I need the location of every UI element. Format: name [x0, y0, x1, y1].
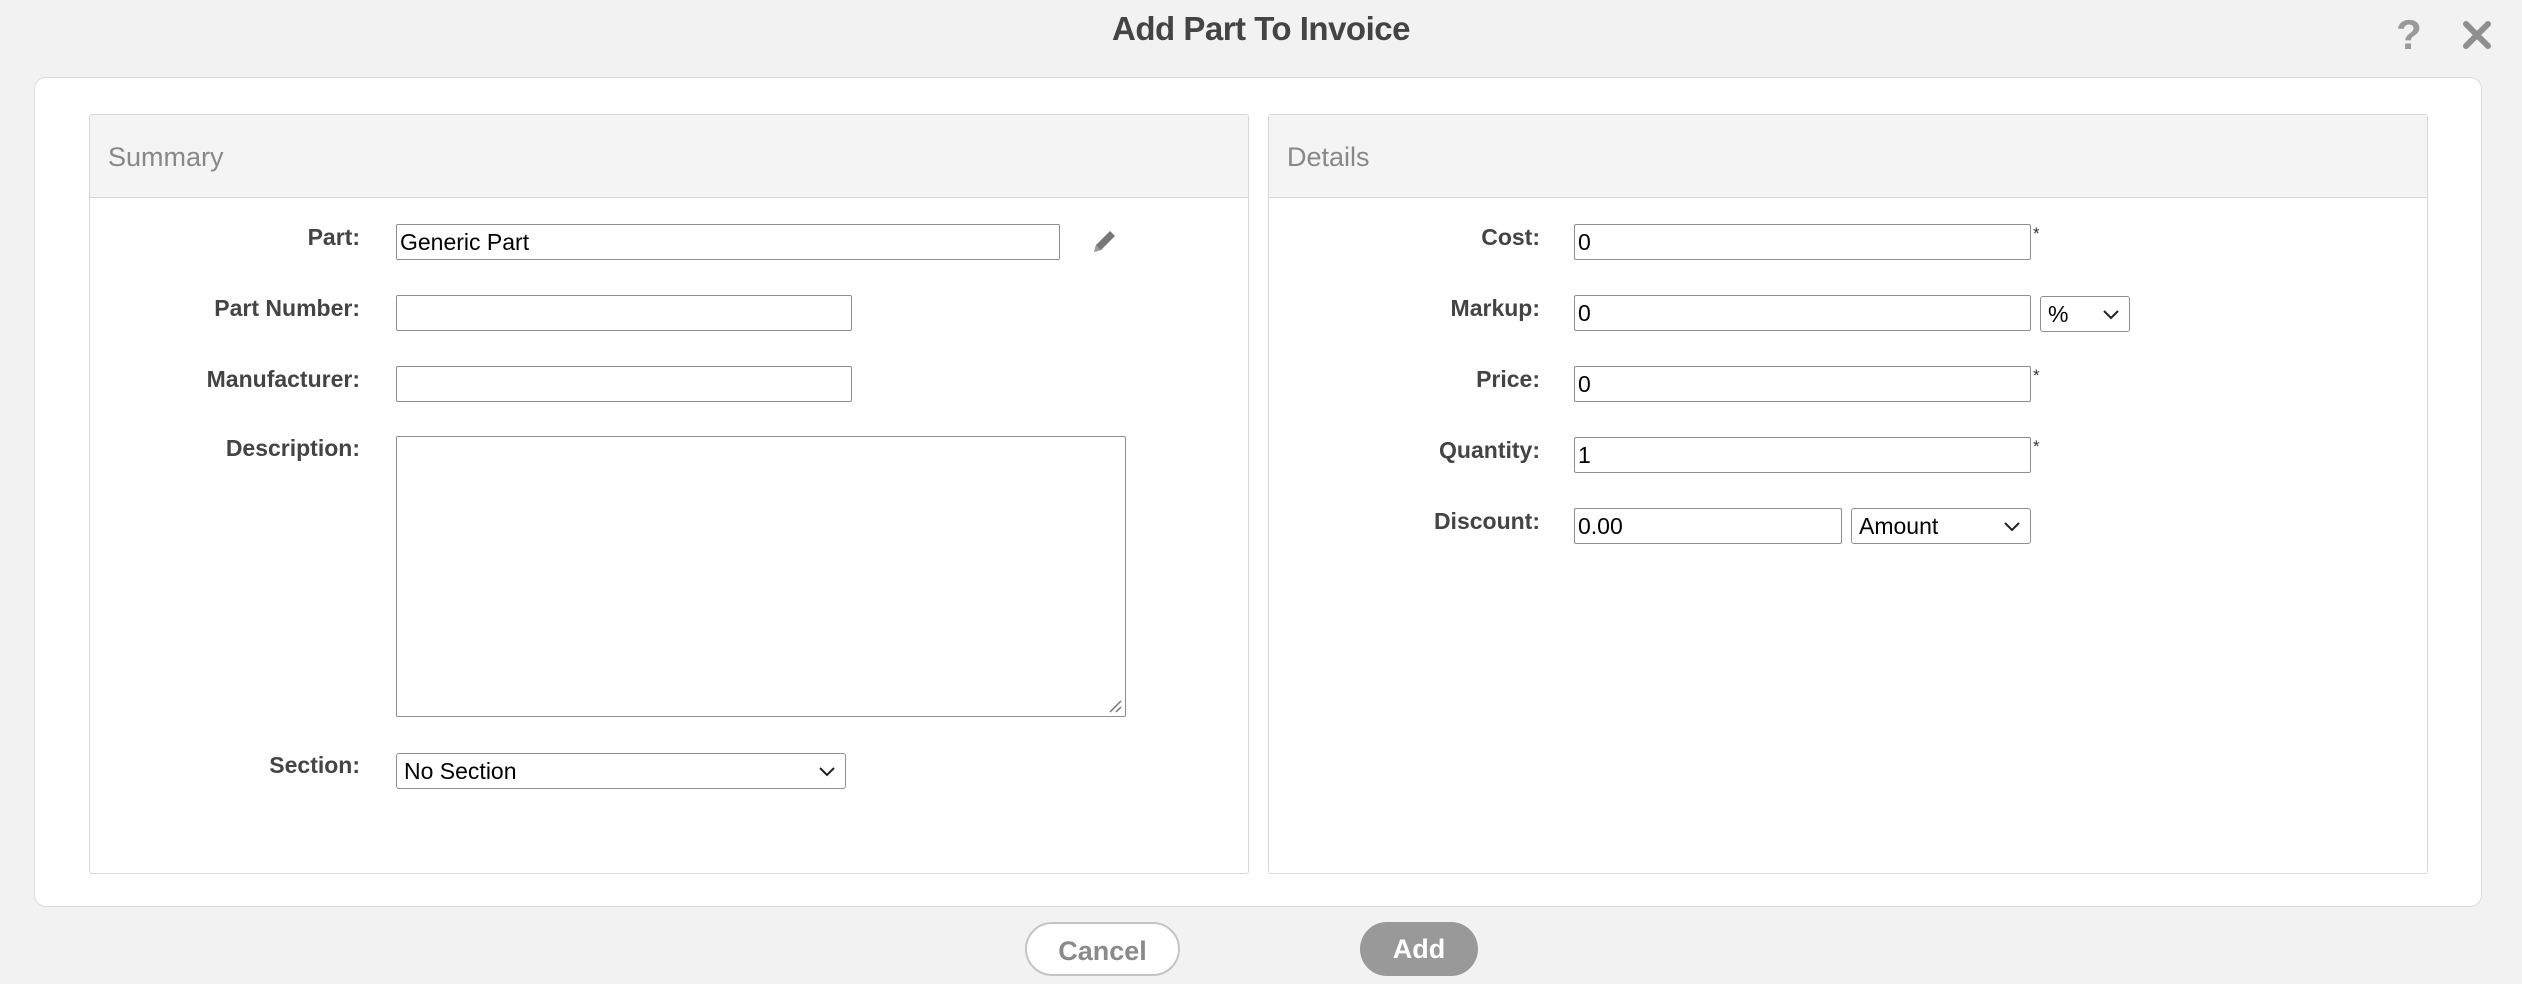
summary-heading: Summary [90, 115, 1248, 198]
cost-required-marker: * [2033, 224, 2040, 243]
chevron-down-icon [2004, 522, 2020, 532]
quantity-required-marker: * [2033, 437, 2040, 456]
cancel-button[interactable]: Cancel [1025, 922, 1180, 976]
markup-unit-select[interactable]: % [2040, 296, 2130, 332]
chevron-down-icon [819, 767, 835, 777]
cost-label: Cost: [1481, 224, 1540, 250]
price-required-marker: * [2033, 366, 2040, 385]
add-button[interactable]: Add [1360, 922, 1478, 976]
discount-input[interactable] [1574, 508, 1842, 544]
part-label: Part: [307, 224, 360, 250]
part-number-input[interactable] [396, 295, 852, 331]
section-select[interactable]: No Section [396, 753, 846, 789]
description-textarea[interactable] [396, 436, 1126, 717]
description-label: Description: [225, 435, 360, 461]
question-mark-icon[interactable]: ? [2392, 12, 2426, 58]
part-input[interactable] [396, 224, 1060, 260]
cost-input[interactable] [1574, 224, 2031, 260]
details-heading: Details [1269, 115, 2427, 198]
quantity-input[interactable] [1574, 437, 2031, 473]
discount-type-select[interactable]: Amount [1851, 508, 2031, 544]
price-input[interactable] [1574, 366, 2031, 402]
resize-grip-icon[interactable] [1106, 697, 1122, 713]
discount-type-value: Amount [1859, 513, 1939, 539]
manufacturer-label: Manufacturer: [206, 366, 360, 392]
part-number-label: Part Number: [214, 295, 360, 321]
markup-unit-value: % [2048, 301, 2069, 327]
section-select-value: No Section [404, 758, 517, 784]
pencil-icon[interactable] [1090, 226, 1120, 256]
price-label: Price: [1476, 366, 1540, 392]
close-icon[interactable] [2461, 19, 2493, 51]
quantity-label: Quantity: [1439, 437, 1540, 463]
section-label: Section: [269, 752, 360, 778]
discount-label: Discount: [1433, 508, 1540, 534]
markup-label: Markup: [1450, 295, 1540, 321]
chevron-down-icon [2103, 310, 2119, 320]
manufacturer-input[interactable] [396, 366, 852, 402]
dialog-title: Add Part To Invoice [1112, 10, 1410, 47]
markup-input[interactable] [1574, 295, 2031, 331]
